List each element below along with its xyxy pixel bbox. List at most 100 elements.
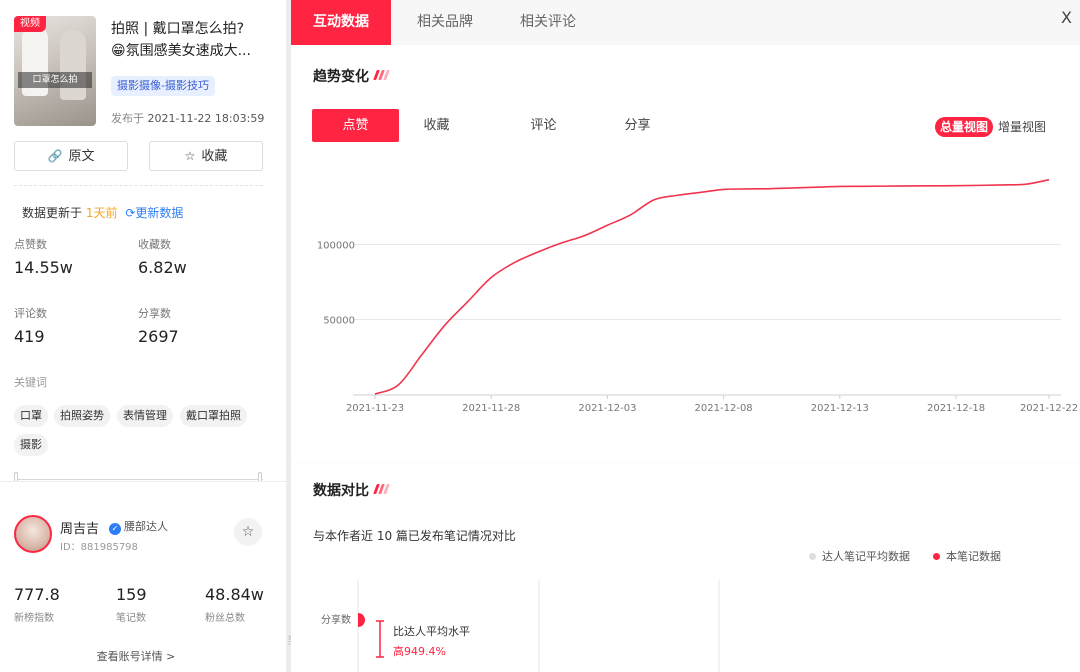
panel-resize-track bbox=[14, 479, 263, 480]
author-level-label: 腰部达人 bbox=[124, 520, 168, 533]
note-title-line: 拍照 | 戴口罩怎么拍? bbox=[111, 21, 245, 37]
keyword-tag[interactable]: 摄影 bbox=[14, 434, 48, 456]
keyword-tag[interactable]: 拍照姿势 bbox=[54, 405, 110, 427]
stat-label: 分享数 bbox=[138, 307, 171, 320]
legend-self[interactable]: 本笔记数据 bbox=[933, 548, 1001, 564]
legend-label: 达人笔记平均数据 bbox=[822, 550, 910, 563]
trend-title: 趋势变化 bbox=[313, 69, 369, 85]
category-tag[interactable]: 摄影摄像-摄影技巧 bbox=[111, 76, 215, 96]
author-stat-value: 159 bbox=[116, 585, 147, 604]
y-tick-label: 100000 bbox=[317, 241, 355, 252]
author-level: ✓ 腰部达人 bbox=[109, 518, 168, 535]
delta-view-button[interactable]: 增量视图 bbox=[993, 117, 1051, 137]
original-link-label: 原文 bbox=[68, 149, 95, 164]
keyword-tag[interactable]: 口罩 bbox=[14, 405, 48, 427]
note-title[interactable]: 拍照 | 戴口罩怎么拍? 😁氛围感美女速成大... bbox=[111, 18, 276, 62]
refresh-label: 更新数据 bbox=[135, 206, 184, 220]
author-stat-fans: 48.84w 粉丝总数 bbox=[205, 585, 264, 624]
link-icon: 🔗 bbox=[47, 149, 63, 163]
metric-tab-comments[interactable]: 评论 bbox=[500, 109, 587, 142]
stat-value: 14.55w bbox=[14, 258, 73, 277]
legend-dot bbox=[933, 553, 940, 560]
note-title-line: 😁氛围感美女速成大... bbox=[111, 43, 251, 59]
compare-subtitle: 与本作者近 10 篇已发布笔记情况对比 bbox=[313, 529, 516, 543]
title-decoration-icon bbox=[373, 68, 390, 84]
refresh-data-link[interactable]: ⟳更新数据 bbox=[125, 206, 183, 220]
star-icon: ☆ bbox=[184, 149, 196, 163]
self-bar-marker bbox=[358, 613, 365, 627]
divider bbox=[291, 462, 1080, 463]
avatar[interactable] bbox=[14, 515, 52, 553]
data-update-info: 数据更新于 1天前 ⟳更新数据 bbox=[22, 204, 183, 221]
view-toggle: 总量视图 增量视图 bbox=[935, 116, 1051, 137]
thumbnail-text: 口罩怎么拍 bbox=[18, 72, 92, 88]
metric-tab-collects[interactable]: 收藏 bbox=[393, 109, 480, 142]
tab-related-comments[interactable]: 相关评论 bbox=[503, 0, 593, 45]
trend-section-title: 趋势变化 bbox=[313, 66, 390, 86]
author-stat-value: 777.8 bbox=[14, 585, 60, 604]
tab-bar: 互动数据 相关品牌 相关评论 X bbox=[291, 0, 1080, 45]
trend-line-chart: 50000 100000 2021-11-23 2021-11-28 2021-12-0… bbox=[317, 178, 1078, 414]
publish-label: 发布于 bbox=[111, 112, 144, 125]
x-tick-label: 2021-12-03 bbox=[578, 403, 636, 414]
x-tick-label: 2021-11-23 bbox=[346, 403, 404, 414]
total-view-button[interactable]: 总量视图 bbox=[935, 117, 994, 137]
note-info-panel: 口罩怎么拍 视频 拍照 | 戴口罩怎么拍? 😁氛围感美女速成大... 摄影摄像-… bbox=[0, 0, 286, 672]
author-id: ID：881985798 bbox=[60, 542, 138, 553]
annotation-value: 高949.4% bbox=[393, 644, 446, 658]
stat-value: 6.82w bbox=[138, 258, 187, 277]
publish-time-value: 2021-11-22 18:03:59 bbox=[147, 112, 265, 125]
tab-interaction-data[interactable]: 互动数据 bbox=[291, 0, 391, 45]
keywords-title: 关键词 bbox=[14, 376, 47, 389]
author-name[interactable]: 周吉吉 bbox=[60, 518, 99, 537]
update-ago: 1天前 bbox=[85, 206, 118, 220]
legend-avg[interactable]: 达人笔记平均数据 bbox=[809, 548, 910, 564]
x-tick-label: 2021-11-28 bbox=[462, 403, 520, 414]
compare-title: 数据对比 bbox=[313, 483, 369, 499]
stat-likes: 点赞数 14.55w bbox=[14, 236, 73, 277]
title-decoration-icon bbox=[373, 482, 390, 498]
likes-series-line bbox=[374, 178, 1050, 395]
legend-dot bbox=[809, 553, 816, 560]
compare-bar-chart: 分享数比达人平均水平高949.4% bbox=[321, 580, 720, 672]
keyword-tag[interactable]: 戴口罩拍照 bbox=[180, 405, 247, 427]
author-stat-label: 笔记数 bbox=[116, 613, 146, 624]
data-panel: 互动数据 相关品牌 相关评论 X 趋势变化 点赞 收藏 评论 分享 总量视图 增量… bbox=[291, 0, 1080, 672]
author-card: 周吉吉 ✓ 腰部达人 ID：881985798 ☆ 777.8 新榜指数 159 … bbox=[0, 481, 286, 672]
follow-star-button[interactable]: ☆ bbox=[234, 518, 262, 546]
stat-label: 评论数 bbox=[14, 307, 47, 320]
author-stat-value: 48.84w bbox=[205, 585, 264, 604]
x-tick-label: 2021-12-13 bbox=[811, 403, 869, 414]
stat-label: 点赞数 bbox=[14, 238, 47, 251]
star-icon: ☆ bbox=[241, 524, 255, 540]
stat-shares: 分享数 2697 bbox=[138, 305, 179, 346]
tab-related-brands[interactable]: 相关品牌 bbox=[400, 0, 490, 45]
annotation-label: 比达人平均水平 bbox=[393, 625, 470, 638]
stat-value: 2697 bbox=[138, 327, 179, 346]
author-stat-notes: 159 笔记数 bbox=[116, 585, 147, 624]
note-summary: 口罩怎么拍 视频 拍照 | 戴口罩怎么拍? 😁氛围感美女速成大... 摄影摄像-… bbox=[0, 0, 286, 486]
thumbnail-figure bbox=[60, 30, 86, 100]
x-tick-label: 2021-12-08 bbox=[695, 403, 753, 414]
verified-icon: ✓ bbox=[109, 523, 121, 535]
metric-tab-shares[interactable]: 分享 bbox=[594, 109, 681, 142]
stat-collects: 收藏数 6.82w bbox=[138, 236, 187, 277]
note-thumbnail[interactable]: 口罩怎么拍 bbox=[14, 16, 96, 126]
x-tick-label: 2021-12-18 bbox=[927, 403, 985, 414]
keyword-tag[interactable]: 表情管理 bbox=[117, 405, 173, 427]
close-icon[interactable]: X bbox=[1061, 8, 1072, 27]
stat-comments: 评论数 419 bbox=[14, 305, 47, 346]
y-tick-label: 50000 bbox=[323, 315, 355, 326]
author-stat-label: 粉丝总数 bbox=[205, 613, 245, 624]
refresh-icon: ⟳ bbox=[125, 206, 136, 220]
author-stat-label: 新榜指数 bbox=[14, 613, 54, 624]
original-link-button[interactable]: 🔗 原文 bbox=[14, 141, 128, 171]
metric-tab-likes[interactable]: 点赞 bbox=[312, 109, 399, 142]
x-tick-label: 2021-12-22 bbox=[1020, 403, 1078, 414]
video-badge: 视频 bbox=[14, 16, 46, 32]
publish-time: 发布于 2021-11-22 18:03:59 bbox=[111, 110, 264, 126]
account-detail-link[interactable]: 查看账号详情 > bbox=[0, 648, 272, 664]
collect-button[interactable]: ☆ 收藏 bbox=[149, 141, 263, 171]
author-stat-index: 777.8 新榜指数 bbox=[14, 585, 60, 624]
legend-label: 本笔记数据 bbox=[946, 550, 1001, 563]
